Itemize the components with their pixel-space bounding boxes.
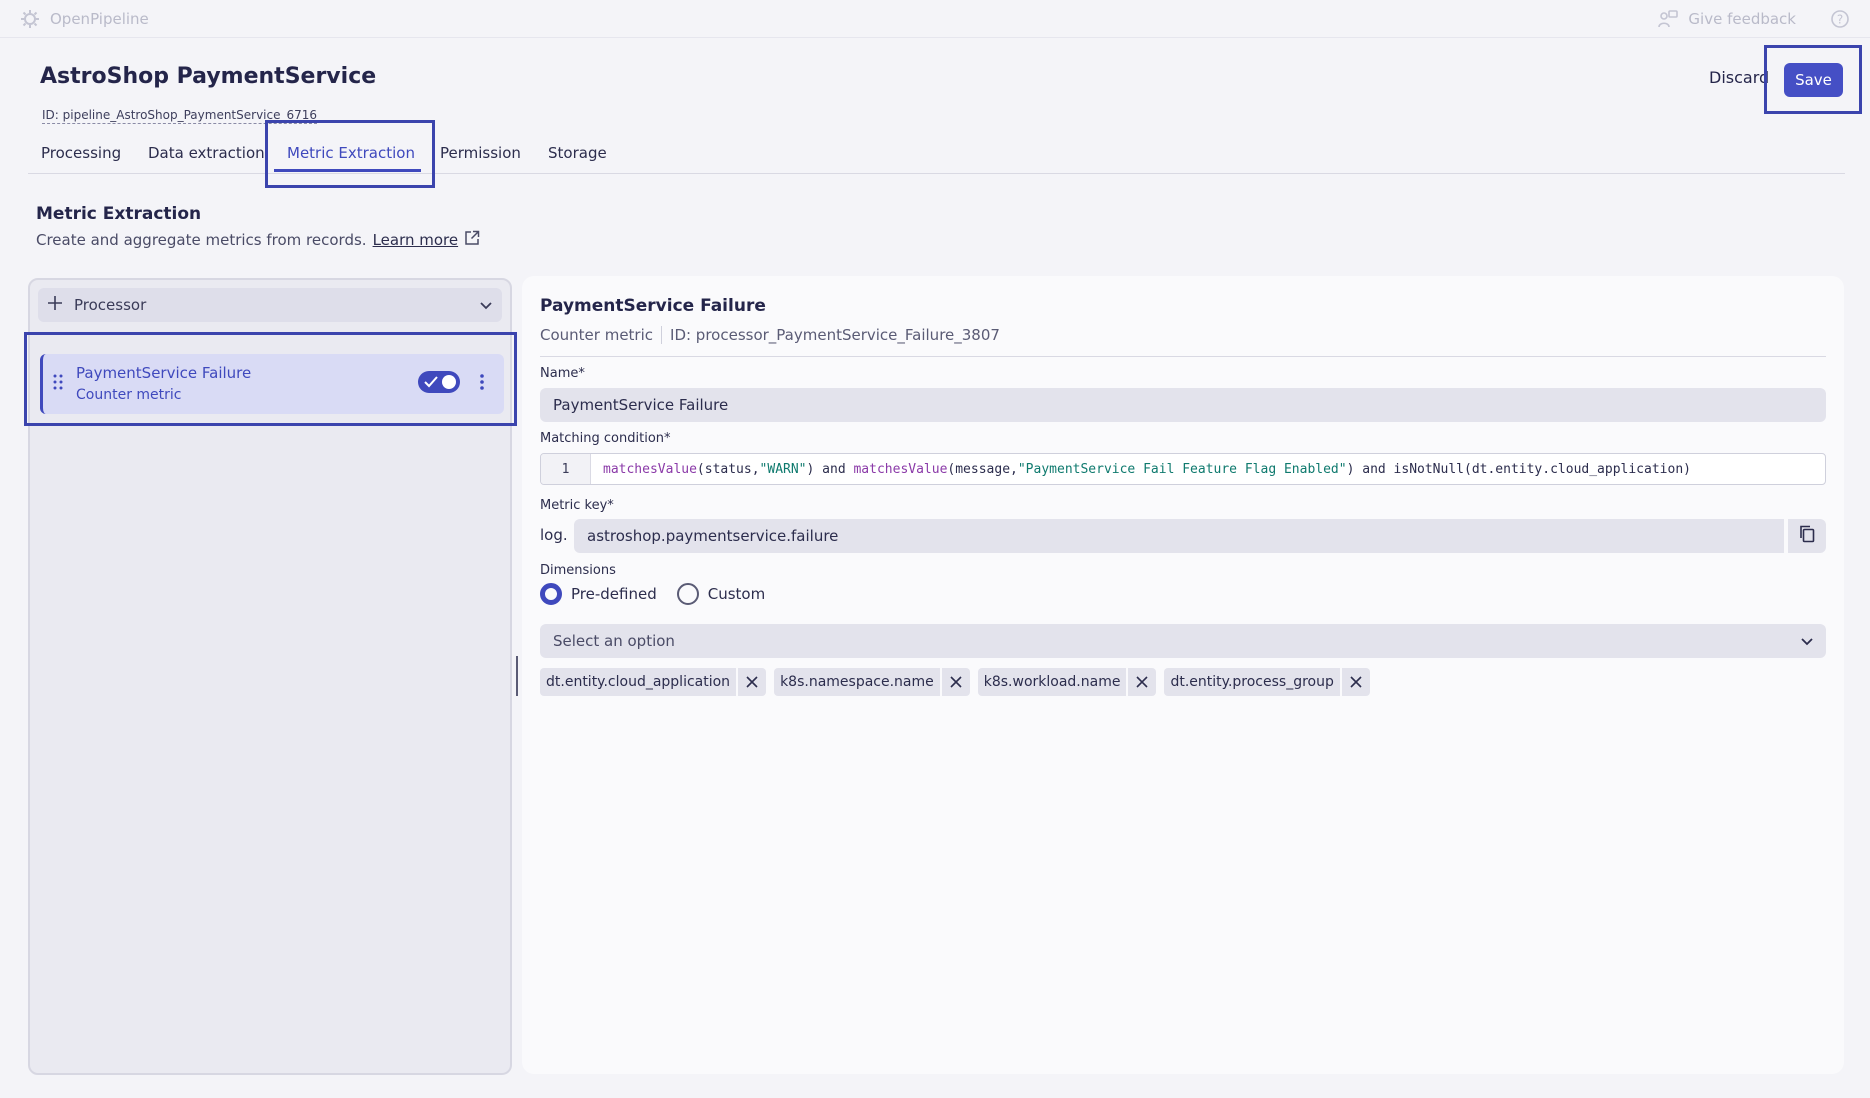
panel-resize-handle[interactable]: [516, 656, 518, 696]
radio-custom[interactable]: Custom: [676, 583, 766, 605]
copy-button[interactable]: [1786, 519, 1826, 553]
section-title: Metric Extraction: [36, 204, 202, 224]
chevron-down-icon: [480, 296, 492, 314]
processor-meta: Counter metric ID: processor_PaymentServ…: [540, 326, 1000, 344]
name-label: Name*: [540, 366, 585, 381]
remove-chip-button[interactable]: [1339, 668, 1370, 696]
metric-key-input[interactable]: astroshop.paymentservice.failure: [574, 519, 1784, 553]
metric-key-label: Metric key*: [540, 498, 614, 513]
tab-highlight-frame: [265, 120, 435, 188]
dimension-select[interactable]: Select an option: [540, 624, 1826, 658]
condition-code[interactable]: matchesValue(status,"WARN") and matchesV…: [591, 462, 1691, 477]
app-header: OpenPipeline: [20, 9, 149, 29]
processor-id: ID: processor_PaymentService_Failure_380…: [670, 326, 1000, 344]
section-description-text: Create and aggregate metrics from record…: [36, 231, 367, 249]
line-number: 1: [541, 454, 591, 484]
remove-chip-button[interactable]: [1126, 668, 1157, 696]
help-icon[interactable]: ?: [1830, 9, 1850, 29]
radio-unselected-icon: [676, 583, 699, 605]
dimension-chip: dt.entity.process_group: [1164, 668, 1370, 696]
add-processor-label: Processor: [74, 296, 147, 314]
dimensions-label: Dimensions: [540, 563, 616, 578]
radio-pre-defined-label: Pre-defined: [571, 585, 657, 603]
top-bar: OpenPipeline Give feedback ?: [0, 0, 1870, 38]
processor-detail-title: PaymentService Failure: [540, 296, 766, 316]
save-button[interactable]: Save: [1784, 63, 1843, 97]
select-placeholder: Select an option: [553, 632, 675, 650]
dimension-chip-label: dt.entity.cloud_application: [540, 668, 737, 696]
discard-button[interactable]: Discard: [1709, 68, 1769, 87]
openpipeline-icon: [20, 9, 40, 29]
dimension-chip: k8s.namespace.name: [774, 668, 970, 696]
give-feedback-label: Give feedback: [1688, 9, 1796, 28]
tab-permission[interactable]: Permission: [440, 144, 521, 162]
dimension-chip-label: k8s.workload.name: [977, 668, 1127, 696]
radio-custom-label: Custom: [707, 585, 766, 603]
radio-selected-icon: [540, 583, 562, 605]
dimension-chip-label: dt.entity.process_group: [1164, 668, 1340, 696]
tab-data-extraction[interactable]: Data extraction: [148, 144, 265, 162]
feedback-icon: [1658, 9, 1679, 28]
dimension-chip-label: k8s.namespace.name: [774, 668, 940, 696]
close-icon: [746, 676, 758, 688]
close-icon: [950, 676, 962, 688]
copy-icon: [1799, 525, 1815, 547]
detail-divider: [540, 356, 1826, 357]
tab-processing[interactable]: Processing: [41, 144, 121, 162]
page-title: AstroShop PaymentService: [40, 64, 377, 89]
close-icon: [1136, 676, 1149, 688]
dimension-chips: dt.entity.cloud_application k8s.namespac…: [540, 668, 1370, 696]
plus-icon: [48, 296, 62, 314]
chevron-down-icon: [1801, 632, 1813, 650]
remove-chip-button[interactable]: [736, 668, 767, 696]
svg-text:?: ?: [1837, 12, 1843, 26]
matching-condition-editor[interactable]: 1 matchesValue(status,"WARN") and matche…: [540, 453, 1826, 485]
metric-key-prefix: log.: [540, 526, 568, 544]
add-processor-dropdown[interactable]: Processor: [38, 288, 502, 322]
tab-storage[interactable]: Storage: [548, 144, 607, 162]
give-feedback-button[interactable]: Give feedback: [1658, 10, 1796, 28]
processor-highlight-frame: [24, 332, 517, 426]
name-input[interactable]: PaymentService Failure: [540, 388, 1826, 422]
remove-chip-button[interactable]: [939, 668, 970, 696]
learn-more-link[interactable]: Learn more: [373, 231, 459, 249]
matching-condition-label: Matching condition*: [540, 431, 671, 446]
processor-detail-panel: PaymentService Failure Counter metric ID…: [522, 276, 1844, 1074]
app-name: OpenPipeline: [50, 9, 149, 28]
meta-divider: [661, 326, 663, 344]
external-link-icon[interactable]: [464, 230, 480, 250]
radio-pre-defined[interactable]: Pre-defined: [540, 583, 657, 605]
dimension-chip: k8s.workload.name: [977, 668, 1157, 696]
processor-detail-type: Counter metric: [540, 326, 654, 344]
dimension-mode-radio-group: Pre-defined Custom: [540, 583, 765, 605]
section-description: Create and aggregate metrics from record…: [36, 230, 480, 250]
close-icon: [1350, 676, 1362, 688]
dimension-chip: dt.entity.cloud_application: [540, 668, 767, 696]
